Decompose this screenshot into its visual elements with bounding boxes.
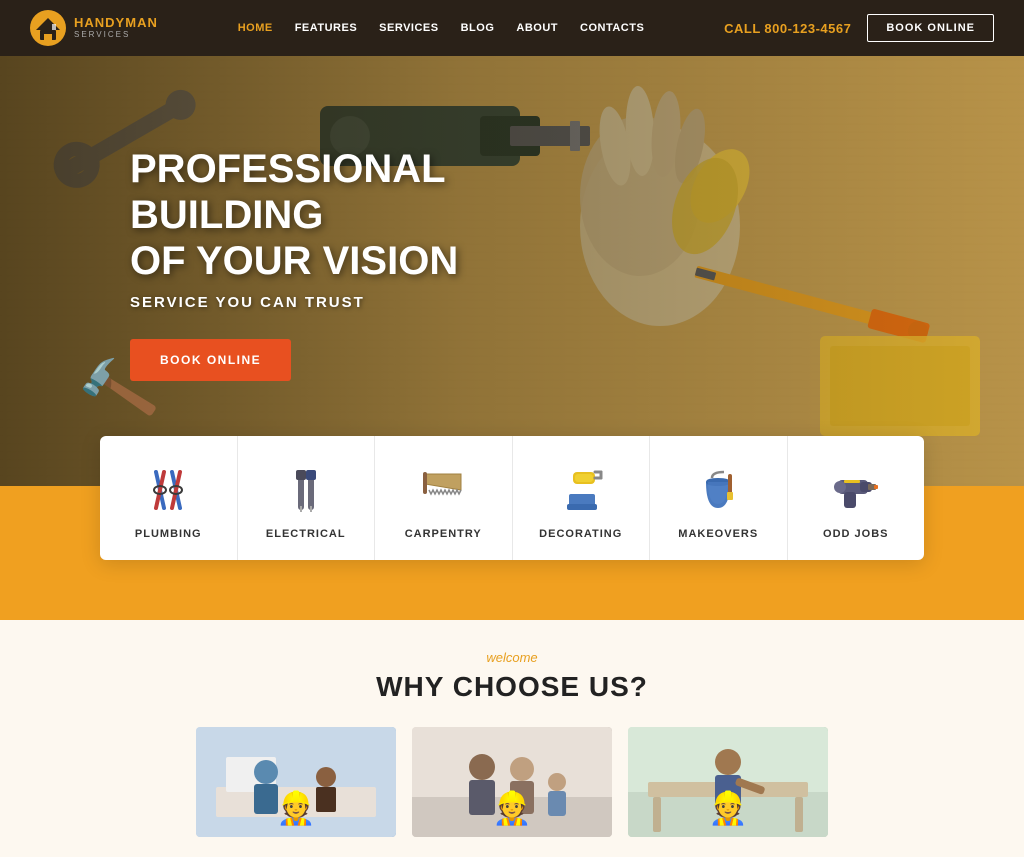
book-online-header-button[interactable]: BOOK ONLINE <box>867 14 994 42</box>
why-image-1 <box>196 727 396 837</box>
odd-jobs-label: ODD JOBS <box>823 528 888 540</box>
logo-brand: HANDY <box>74 15 125 30</box>
service-item-plumbing[interactable]: PLUMBING <box>100 436 238 560</box>
logo-services: SERVICES <box>74 31 158 40</box>
logo-text: HANDYMAN SERVICES <box>74 16 158 39</box>
services-bar-wrapper: PLUMBING ELECTRICAL <box>0 486 1024 620</box>
why-title: WHY CHOOSE US? <box>80 671 944 703</box>
hero-section: PROFESSIONAL BUILDING OF YOUR VISION SER… <box>0 56 1024 486</box>
plumbing-icon <box>142 464 194 516</box>
service-item-decorating[interactable]: DECORATING <box>513 436 651 560</box>
service-item-makeovers[interactable]: MAKEOVERS <box>650 436 788 560</box>
book-online-hero-button[interactable]: BOOK ONLINE <box>130 339 291 381</box>
hero-subtitle: SERVICE YOU CAN TRUST <box>130 294 610 311</box>
service-item-electrical[interactable]: ELECTRICAL <box>238 436 376 560</box>
decorating-icon <box>555 464 607 516</box>
why-choose-us-section: welcome WHY CHOOSE US? <box>0 620 1024 857</box>
carpentry-label: CARPENTRY <box>405 528 482 540</box>
why-images <box>80 727 944 837</box>
nav-features[interactable]: FEATURES <box>295 22 357 34</box>
nav-contacts[interactable]: CONTACTS <box>580 22 644 34</box>
logo-icon <box>30 10 66 46</box>
why-welcome-text: welcome <box>80 650 944 665</box>
odd-jobs-icon <box>830 464 882 516</box>
electrical-label: ELECTRICAL <box>266 528 346 540</box>
logo[interactable]: HANDYMAN SERVICES <box>30 10 158 46</box>
electrical-icon <box>280 464 332 516</box>
nav-blog[interactable]: BLOG <box>461 22 495 34</box>
call-label: CALL 800-123-4567 <box>724 21 851 36</box>
service-item-carpentry[interactable]: CARPENTRY <box>375 436 513 560</box>
why-image-3 <box>628 727 828 837</box>
services-card: PLUMBING ELECTRICAL <box>100 436 924 560</box>
carpentry-icon <box>417 464 469 516</box>
decorating-label: DECORATING <box>539 528 622 540</box>
nav-services[interactable]: SERVICES <box>379 22 438 34</box>
hero-content: PROFESSIONAL BUILDING OF YOUR VISION SER… <box>130 146 610 381</box>
phone-number: 800-123-4567 <box>764 21 851 36</box>
makeovers-label: MAKEOVERS <box>678 528 758 540</box>
makeovers-icon <box>692 464 744 516</box>
service-item-odd-jobs[interactable]: ODD JOBS <box>788 436 925 560</box>
plumbing-label: PLUMBING <box>135 528 202 540</box>
header-right: CALL 800-123-4567 BOOK ONLINE <box>724 14 994 42</box>
site-header: HANDYMAN SERVICES HOME FEATURES SERVICES… <box>0 0 1024 56</box>
logo-brand-highlight: MAN <box>125 15 158 30</box>
why-image-2 <box>412 727 612 837</box>
nav-about[interactable]: ABOUT <box>516 22 558 34</box>
main-nav: HOME FEATURES SERVICES BLOG ABOUT CONTAC… <box>238 22 645 34</box>
nav-home[interactable]: HOME <box>238 22 273 34</box>
hero-title: PROFESSIONAL BUILDING OF YOUR VISION <box>130 146 610 284</box>
